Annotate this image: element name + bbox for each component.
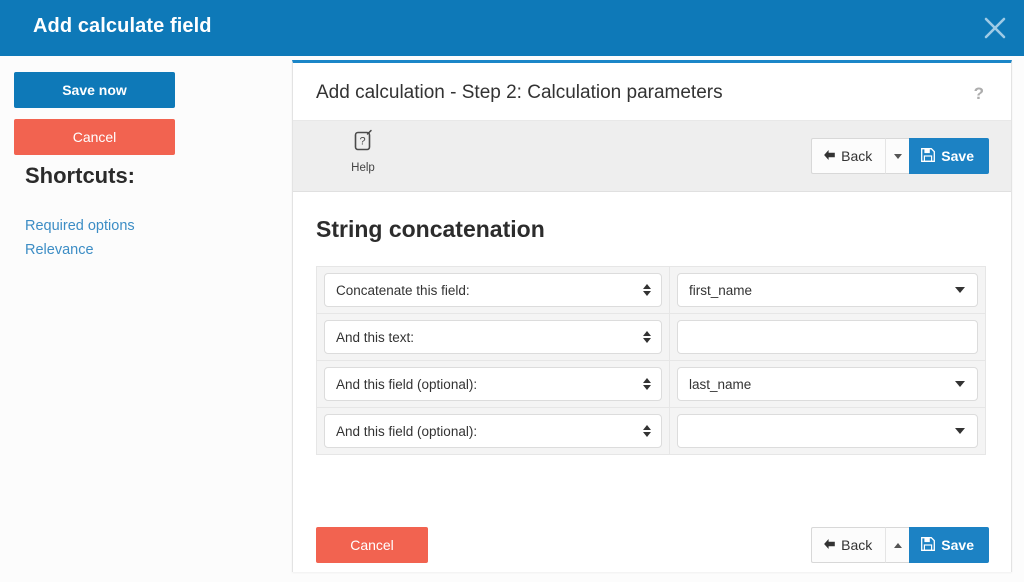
footer-save-button[interactable]: Save (909, 527, 989, 563)
row-1-value-input[interactable] (677, 320, 978, 354)
page-title: Add calculation - Step 2: Calculation pa… (316, 82, 723, 104)
toolbar-dropdown-toggle[interactable] (885, 138, 909, 174)
sidebar: Save now Cancel Shortcuts: Required opti… (0, 56, 292, 582)
row-0-value-text: first_name (689, 283, 752, 298)
help-question-mark-icon[interactable]: ? (974, 84, 984, 104)
row-0-label-select[interactable]: Concatenate this field: (324, 273, 662, 307)
toolbar-help-button[interactable]: ? Help (336, 129, 390, 174)
panel-footer: Cancel Back (293, 518, 1011, 572)
panel-body: String concatenation Concatenate this fi… (293, 192, 1011, 518)
row-2-label-select[interactable]: And this field (optional): (324, 367, 662, 401)
sidebar-save-now-button[interactable]: Save now (14, 72, 175, 108)
row-value-cell: last_name (670, 361, 986, 408)
help-document-icon: ? (336, 129, 390, 158)
section-title: String concatenation (316, 216, 545, 243)
panel-toolbar: ? Help Back (293, 121, 1011, 192)
row-3-label-select[interactable]: And this field (optional): (324, 414, 662, 448)
footer-button-group: Back Save (811, 527, 989, 563)
sidebar-shortcut-required-options[interactable]: Required options (25, 218, 135, 234)
window-title: Add calculate field (33, 15, 212, 38)
table-row: Concatenate this field: first_name (317, 267, 986, 314)
spinner-icon (643, 425, 651, 437)
sidebar-cancel-button[interactable]: Cancel (14, 119, 175, 155)
footer-back-label: Back (841, 537, 872, 553)
close-icon[interactable] (978, 11, 1012, 45)
row-2-value-text: last_name (689, 377, 751, 392)
row-value-cell (670, 408, 986, 455)
panel-header: Add calculation - Step 2: Calculation pa… (293, 63, 1011, 121)
floppy-disk-icon (921, 148, 935, 165)
row-3-value-select[interactable] (677, 414, 978, 448)
row-value-cell (670, 314, 986, 361)
row-3-label-text: And this field (optional): (336, 424, 477, 439)
row-2-value-select[interactable]: last_name (677, 367, 978, 401)
toolbar-back-label: Back (841, 148, 872, 164)
spinner-icon (643, 378, 651, 390)
calculation-parameters-table: Concatenate this field: first_name (316, 266, 986, 455)
table-row: And this field (optional): last_name (317, 361, 986, 408)
toolbar-help-label: Help (336, 162, 390, 174)
caret-up-icon (894, 543, 902, 548)
row-2-label-text: And this field (optional): (336, 377, 477, 392)
table-row: And this field (optional): (317, 408, 986, 455)
caret-down-icon (955, 287, 965, 293)
row-0-label-text: Concatenate this field: (336, 283, 470, 298)
floppy-disk-icon (921, 537, 935, 554)
row-1-label-text: And this text: (336, 330, 414, 345)
footer-dropdown-toggle[interactable] (885, 527, 909, 563)
row-value-cell: first_name (670, 267, 986, 314)
caret-down-icon (894, 154, 902, 159)
spinner-icon (643, 331, 651, 343)
toolbar-button-group: Back Save (811, 138, 989, 174)
sidebar-shortcut-relevance[interactable]: Relevance (25, 242, 94, 258)
row-1-label-select[interactable]: And this text: (324, 320, 662, 354)
toolbar-save-button[interactable]: Save (909, 138, 989, 174)
footer-save-label: Save (941, 537, 974, 553)
table-row: And this text: (317, 314, 986, 361)
caret-down-icon (955, 428, 965, 434)
toolbar-back-button[interactable]: Back (811, 138, 885, 174)
row-label-cell: And this field (optional): (317, 408, 670, 455)
toolbar-save-label: Save (941, 148, 974, 164)
arrow-left-icon (823, 537, 836, 553)
window-title-bar: Add calculate field (0, 0, 1024, 56)
svg-text:?: ? (359, 136, 365, 148)
row-label-cell: And this text: (317, 314, 670, 361)
row-label-cell: Concatenate this field: (317, 267, 670, 314)
arrow-left-icon (823, 148, 836, 164)
shortcuts-heading: Shortcuts: (25, 163, 135, 189)
row-label-cell: And this field (optional): (317, 361, 670, 408)
row-0-value-select[interactable]: first_name (677, 273, 978, 307)
footer-back-button[interactable]: Back (811, 527, 885, 563)
spinner-icon (643, 284, 651, 296)
footer-cancel-button[interactable]: Cancel (316, 527, 428, 563)
calculation-panel: Add calculation - Step 2: Calculation pa… (292, 60, 1012, 572)
caret-down-icon (955, 381, 965, 387)
